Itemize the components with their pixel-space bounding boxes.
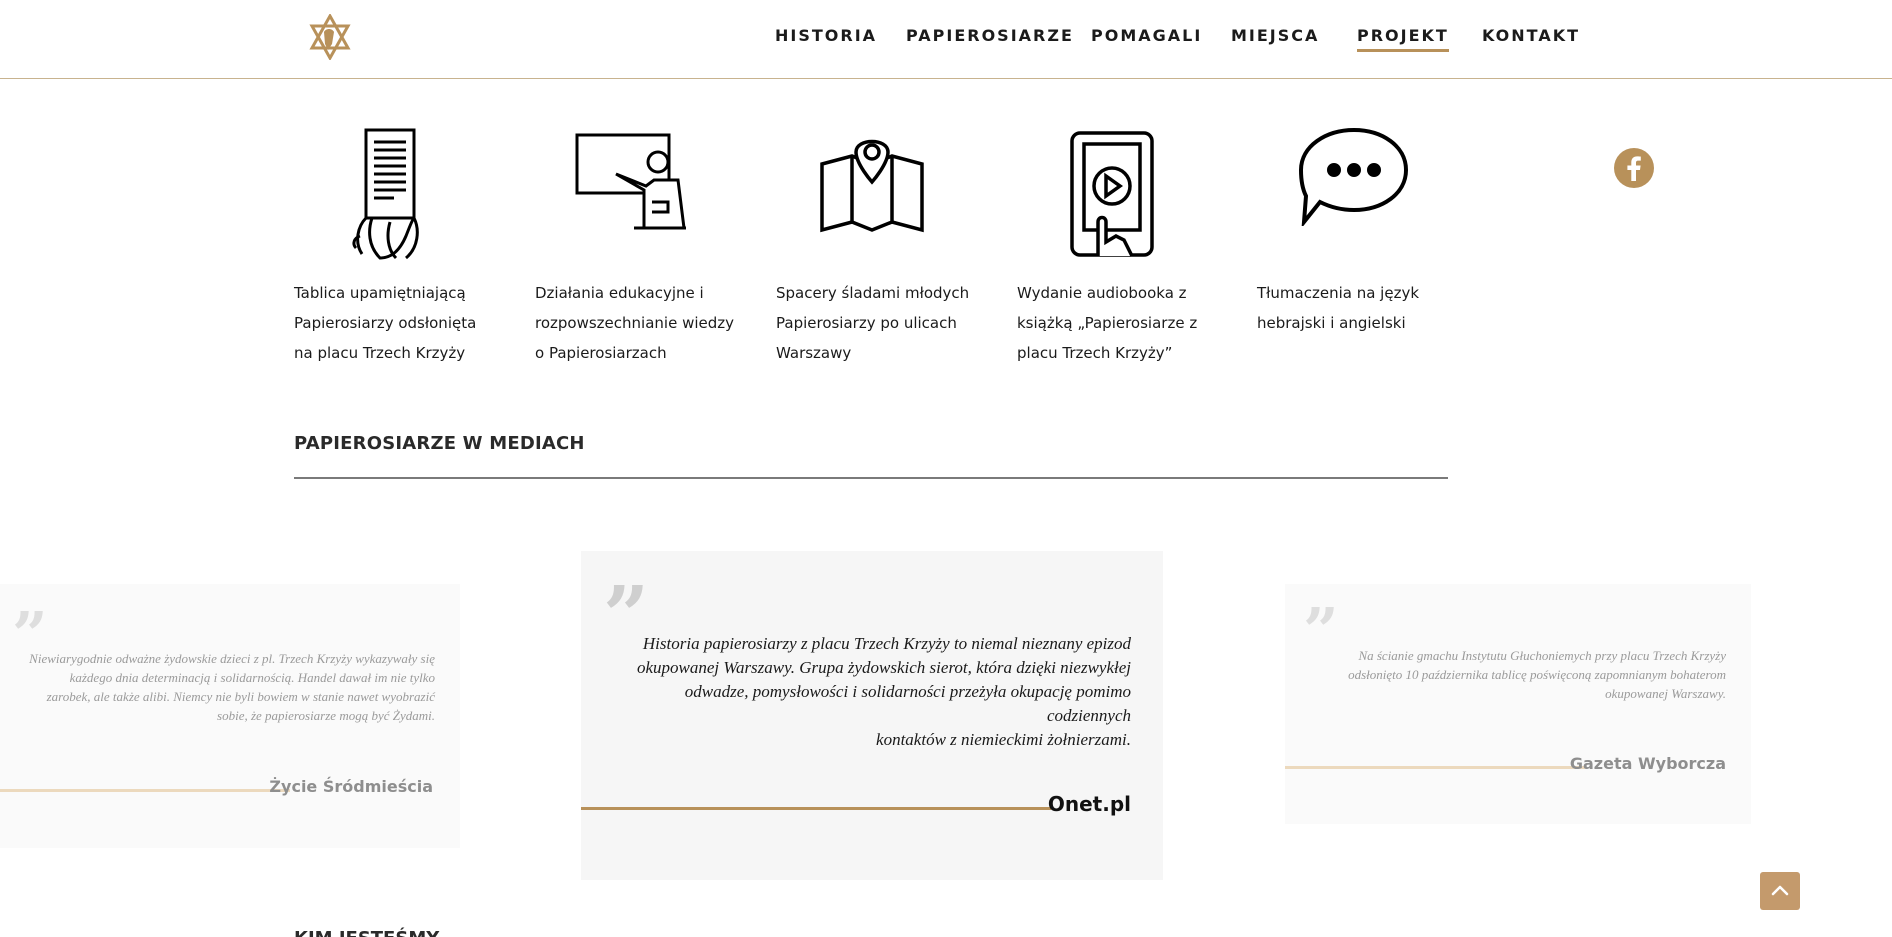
presentation-board-icon <box>574 132 686 232</box>
feature-text-tlumaczenia: Tłumaczenia na język hebrajski i angielsk… <box>1257 284 1420 332</box>
quote-card-left[interactable]: ” Niewiarygodnie odważne żydowskie dziec… <box>0 584 460 848</box>
quote-card-right[interactable]: ” Na ścianie gmachu Instytutu Głuchoniem… <box>1285 584 1751 824</box>
next-section-title: KIM JESTEŚMY <box>294 928 439 937</box>
quote-card-center[interactable]: ” Historia papierosiarzy z placu Trzech … <box>581 551 1163 880</box>
quote-text: Historia papierosiarzy z placu Trzech Kr… <box>636 634 1131 749</box>
quote-source: Onet.pl <box>1047 792 1131 816</box>
scroll-to-top-button[interactable] <box>1760 872 1800 910</box>
nav-item-pomagali[interactable]: POMAGALI <box>1091 26 1202 45</box>
nav-item-projekt[interactable]: PROJEKT <box>1357 26 1449 52</box>
tablet-play-icon <box>1068 130 1156 258</box>
facebook-icon[interactable] <box>1614 148 1654 188</box>
media-section-title: PAPIEROSIARZE W MEDIACH <box>294 433 585 454</box>
quote-accent-line <box>0 789 290 792</box>
quote-source: Życie Śródmieścia <box>269 777 433 796</box>
map-pin-icon <box>818 130 926 234</box>
quote-accent-line <box>1285 766 1585 769</box>
nav-item-miejsca[interactable]: MIEJSCA <box>1231 26 1319 45</box>
quote-text: Na ścianie gmachu Instytutu Głuchoniemyc… <box>1348 648 1726 701</box>
quote-accent-line <box>581 807 1051 810</box>
document-scroll-icon <box>350 126 430 262</box>
feature-text-audiobook: Wydanie audiobooka z książką „Papierosiar… <box>1017 284 1198 362</box>
quote-text: Niewiarygodnie odważne żydowskie dzieci … <box>29 651 435 723</box>
site-header: HISTORIA PAPIEROSIARZE POMAGALI MIEJSCA … <box>0 0 1892 79</box>
nav-item-kontakt[interactable]: KONTAKT <box>1482 26 1580 45</box>
feature-text-spacery: Spacery śladami młodych Papierosiarzy po … <box>776 284 970 362</box>
speech-bubble-icon <box>1298 126 1410 229</box>
main-nav: HISTORIA PAPIEROSIARZE POMAGALI MIEJSCA … <box>0 26 1892 56</box>
nav-item-papierosiarze[interactable]: PAPIEROSIARZE <box>906 26 1074 45</box>
media-divider <box>294 477 1448 479</box>
chevron-up-icon <box>1771 885 1789 896</box>
quote-source: Gazeta Wyborcza <box>1569 754 1726 773</box>
feature-text-tablica: Tablica upamiętniającą Papierosiarzy odsł… <box>294 284 477 362</box>
feature-text-edukacja: Działania edukacyjne i rozpowszechnianie … <box>535 284 734 362</box>
nav-item-historia[interactable]: HISTORIA <box>775 26 877 45</box>
